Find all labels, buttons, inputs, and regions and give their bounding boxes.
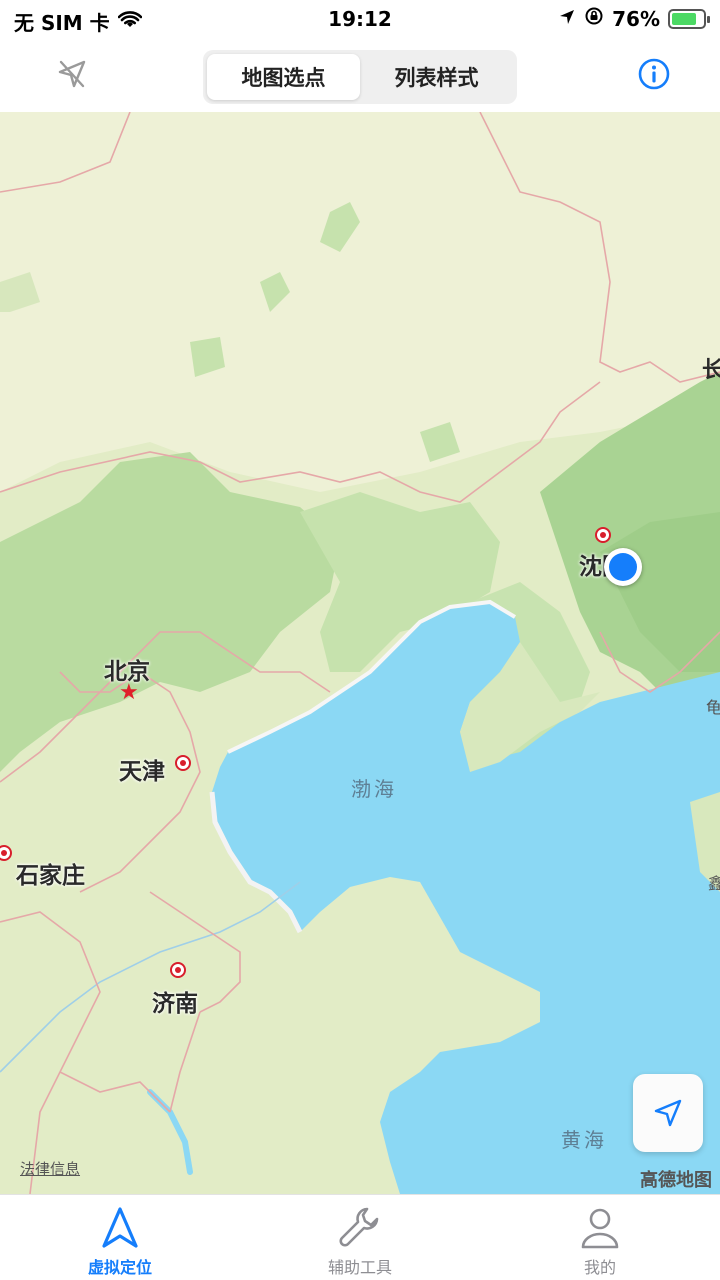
location-arrow-icon: [558, 7, 576, 31]
map-view[interactable]: ★ 北京 天津 石家庄 济南 沈阳 渤海 黄海 长 龟 鑫 法律信息 高德地图: [0, 112, 720, 1194]
tab-label-mine: 我的: [583, 1258, 616, 1277]
city-label-shijiazhuang: 石家庄: [16, 863, 85, 889]
locate-me-button[interactable]: [633, 1074, 703, 1152]
tab-mine[interactable]: 我的: [480, 1195, 720, 1280]
battery-percent: 76%: [612, 6, 660, 31]
navigation-a-icon: [95, 1205, 145, 1251]
user-location-dot: [604, 548, 642, 586]
info-button[interactable]: [636, 56, 672, 92]
orientation-lock-icon: [584, 6, 604, 31]
wrench-icon: [335, 1205, 385, 1251]
location-off-icon: [58, 60, 86, 88]
info-icon: [638, 58, 670, 90]
nav-bar: 地图选点 列表样式: [0, 40, 720, 112]
status-bar: 无 SIM 卡 19:12 76%: [0, 0, 720, 40]
sea-label-bohai: 渤海: [351, 777, 397, 801]
location-arrow-outline-icon: [654, 1099, 682, 1127]
view-mode-segmented-control: 地图选点 列表样式: [203, 50, 517, 104]
person-icon: [575, 1205, 625, 1251]
city-marker-shenyang: [595, 527, 611, 543]
tab-label-virtual-location: 虚拟定位: [87, 1258, 152, 1277]
legal-info-link[interactable]: 法律信息: [20, 1158, 80, 1179]
tab-bar: 虚拟定位 辅助工具 我的: [0, 1194, 720, 1280]
battery-icon: [668, 8, 710, 29]
sea-label-huanghai: 黄海: [561, 1128, 607, 1152]
tab-virtual-location[interactable]: 虚拟定位: [0, 1195, 240, 1280]
location-off-button[interactable]: [50, 52, 94, 96]
tab-label-tools: 辅助工具: [327, 1258, 392, 1277]
city-marker-tianjin: [175, 755, 191, 771]
edge-label-right-mid: 龟: [706, 698, 720, 717]
tab-tools[interactable]: 辅助工具: [240, 1195, 480, 1280]
city-label-beijing: 北京: [104, 659, 150, 685]
status-right: 76%: [558, 6, 710, 31]
city-label-tianjin: 天津: [119, 759, 165, 785]
segment-list-style[interactable]: 列表样式: [360, 54, 513, 100]
city-label-jinan: 济南: [152, 991, 198, 1017]
segment-map-pick[interactable]: 地图选点: [207, 54, 360, 100]
edge-label-right-low: 鑫: [708, 874, 720, 893]
edge-label-changchun: 长: [702, 358, 720, 383]
amap-brand-logo: 高德地图: [640, 1170, 712, 1191]
city-marker-jinan: [170, 962, 186, 978]
